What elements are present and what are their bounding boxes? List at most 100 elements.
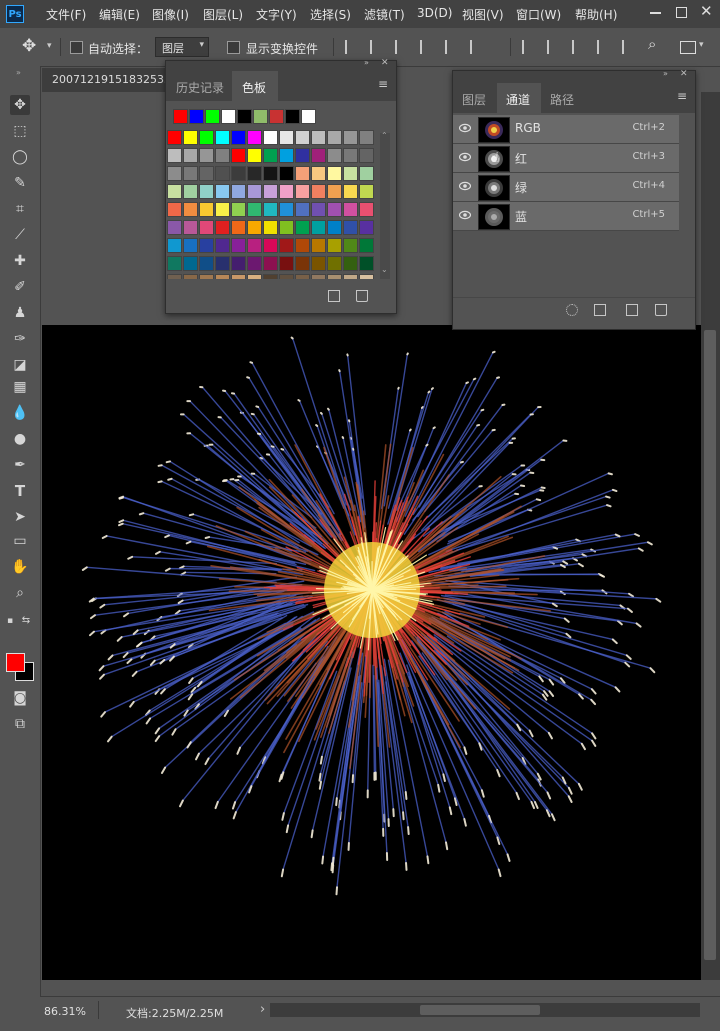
foreground-color-swatch[interactable] bbox=[6, 653, 25, 672]
color-swatch[interactable] bbox=[247, 238, 262, 253]
channel-row-green[interactable]: 绿 Ctrl+4 bbox=[453, 173, 679, 202]
color-swatch[interactable] bbox=[279, 238, 294, 253]
panel-title-bar[interactable]: » ✕ bbox=[166, 61, 396, 71]
color-swatch[interactable] bbox=[215, 202, 230, 217]
photoshop-logo[interactable]: Ps bbox=[6, 5, 24, 23]
chevron-down-icon[interactable]: ▾ bbox=[699, 40, 704, 50]
recent-swatch[interactable] bbox=[237, 109, 252, 124]
align-bottom-icon[interactable] bbox=[395, 40, 405, 54]
gradient-tool-icon[interactable]: ▦ bbox=[10, 377, 30, 397]
default-colors-icon[interactable]: ▪ bbox=[4, 611, 16, 631]
color-swatch[interactable] bbox=[231, 220, 246, 235]
color-swatch[interactable] bbox=[327, 184, 342, 199]
rectangle-tool-icon[interactable]: ▭ bbox=[10, 531, 30, 551]
panel-collapse-icon[interactable]: » bbox=[364, 58, 369, 67]
search-icon[interactable]: ⌕ bbox=[648, 35, 656, 53]
quick-mask-icon[interactable]: ◙ bbox=[10, 688, 30, 708]
recent-swatch[interactable] bbox=[205, 109, 220, 124]
zoom-tool-icon[interactable]: ⌕ bbox=[10, 583, 30, 603]
menu-3d[interactable]: 3D(D) bbox=[417, 6, 452, 20]
channel-row-red[interactable]: 红 Ctrl+3 ☝ bbox=[453, 144, 679, 173]
eyedropper-tool-icon[interactable]: ⟋ bbox=[10, 225, 30, 245]
color-swatch[interactable] bbox=[247, 166, 262, 181]
show-transform-checkbox[interactable] bbox=[227, 41, 240, 54]
panel-menu-icon[interactable]: ≡ bbox=[378, 77, 388, 91]
brush-tool-icon[interactable]: ✐ bbox=[10, 277, 30, 297]
color-swatch[interactable] bbox=[231, 148, 246, 163]
color-swatch[interactable] bbox=[327, 256, 342, 271]
swap-colors-icon[interactable]: ⇆ bbox=[20, 611, 32, 631]
color-swatch[interactable] bbox=[215, 256, 230, 271]
document-tab[interactable]: 20071219151832533 bbox=[42, 68, 172, 92]
color-swatch[interactable] bbox=[215, 220, 230, 235]
move-tool-icon[interactable]: ✥ bbox=[22, 36, 36, 56]
new-swatch-icon[interactable] bbox=[328, 290, 340, 302]
color-swatch[interactable] bbox=[327, 130, 342, 145]
color-swatch[interactable] bbox=[167, 166, 182, 181]
color-swatch[interactable] bbox=[167, 148, 182, 163]
color-swatch[interactable] bbox=[359, 274, 374, 279]
color-swatch[interactable] bbox=[183, 202, 198, 217]
align-vcenter-icon[interactable] bbox=[370, 40, 380, 54]
eye-icon[interactable] bbox=[459, 152, 471, 162]
color-swatch[interactable] bbox=[247, 184, 262, 199]
dodge-tool-icon[interactable]: ● bbox=[10, 429, 30, 449]
color-swatch[interactable] bbox=[295, 202, 310, 217]
channel-row-blue[interactable]: 蓝 Ctrl+5 bbox=[453, 202, 679, 231]
color-swatch[interactable] bbox=[183, 274, 198, 279]
color-swatch[interactable] bbox=[263, 274, 278, 279]
distribute-bottom-icon[interactable] bbox=[572, 40, 582, 54]
color-swatch[interactable] bbox=[263, 148, 278, 163]
color-swatch[interactable] bbox=[215, 166, 230, 181]
color-swatch[interactable] bbox=[199, 238, 214, 253]
close-icon[interactable]: ✕ bbox=[700, 2, 713, 20]
color-swatch[interactable] bbox=[183, 256, 198, 271]
color-swatch[interactable] bbox=[199, 220, 214, 235]
chevron-up-icon[interactable]: ⌃ bbox=[381, 131, 388, 140]
panel-collapse-icon[interactable]: » bbox=[663, 69, 668, 78]
color-swatch[interactable] bbox=[231, 166, 246, 181]
color-swatch[interactable] bbox=[359, 256, 374, 271]
color-swatch[interactable] bbox=[311, 130, 326, 145]
color-swatch[interactable] bbox=[279, 256, 294, 271]
panel-collapse-icon[interactable]: » bbox=[16, 68, 21, 77]
color-swatch[interactable] bbox=[343, 274, 358, 279]
color-swatch[interactable] bbox=[311, 238, 326, 253]
tab-paths[interactable]: 路径 bbox=[550, 91, 574, 108]
color-swatch[interactable] bbox=[263, 256, 278, 271]
color-swatch[interactable] bbox=[295, 130, 310, 145]
color-swatch[interactable] bbox=[295, 166, 310, 181]
blur-tool-icon[interactable]: 💧 bbox=[10, 403, 30, 423]
color-swatch[interactable] bbox=[231, 274, 246, 279]
color-swatch[interactable] bbox=[343, 130, 358, 145]
color-swatch[interactable] bbox=[167, 274, 182, 279]
recent-swatch[interactable] bbox=[285, 109, 300, 124]
recent-swatch[interactable] bbox=[189, 109, 204, 124]
load-selection-icon[interactable] bbox=[566, 304, 578, 316]
distribute-left-icon[interactable] bbox=[597, 40, 607, 54]
chevron-right-icon[interactable]: › bbox=[260, 1002, 265, 1017]
color-swatch[interactable] bbox=[359, 148, 374, 163]
color-swatch[interactable] bbox=[327, 166, 342, 181]
type-tool-icon[interactable]: T bbox=[10, 481, 30, 501]
color-swatch[interactable] bbox=[279, 202, 294, 217]
align-hcenter-icon[interactable] bbox=[445, 40, 455, 54]
color-swatch[interactable] bbox=[343, 148, 358, 163]
color-swatch[interactable] bbox=[199, 148, 214, 163]
color-swatch[interactable] bbox=[199, 256, 214, 271]
recent-swatch[interactable] bbox=[173, 109, 188, 124]
trash-icon[interactable] bbox=[356, 290, 368, 302]
color-swatch[interactable] bbox=[279, 166, 294, 181]
color-swatch[interactable] bbox=[183, 166, 198, 181]
menu-layer[interactable]: 图层(L) bbox=[203, 6, 243, 23]
color-swatch[interactable] bbox=[183, 238, 198, 253]
color-swatch[interactable] bbox=[167, 202, 182, 217]
color-swatch[interactable] bbox=[327, 148, 342, 163]
color-swatch[interactable] bbox=[167, 184, 182, 199]
color-swatch[interactable] bbox=[199, 130, 214, 145]
color-swatch[interactable] bbox=[311, 202, 326, 217]
distribute-hcenter-icon[interactable] bbox=[622, 40, 632, 54]
zoom-level[interactable]: 86.31% bbox=[44, 1005, 86, 1018]
color-swatch[interactable] bbox=[359, 220, 374, 235]
history-brush-tool-icon[interactable]: ✑ bbox=[10, 329, 30, 349]
